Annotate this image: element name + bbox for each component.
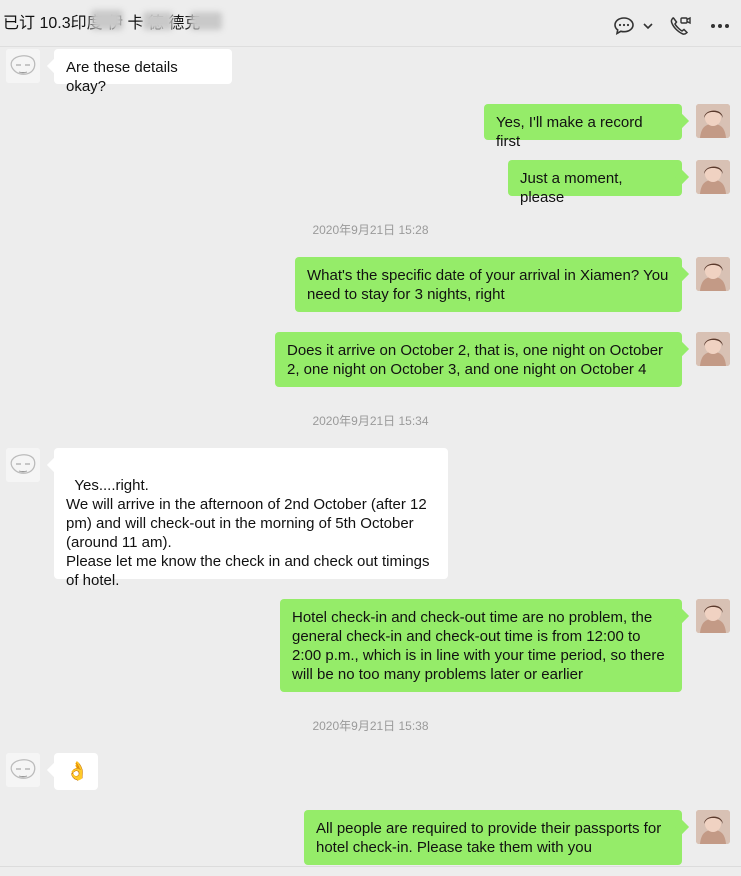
ok-hand-emoji: 👌 xyxy=(66,761,89,781)
video-call-icon[interactable] xyxy=(668,14,692,38)
avatar[interactable] xyxy=(6,448,40,482)
avatar[interactable] xyxy=(696,332,730,366)
input-divider xyxy=(0,866,741,867)
message-bubble[interactable]: Are these details okay? xyxy=(54,49,232,95)
message-text: Yes, I'll make a record first xyxy=(496,114,643,150)
message-bubble[interactable]: Hotel check-in and check-out time are no… xyxy=(280,599,682,692)
message-text: All people are required to provide their… xyxy=(316,820,662,856)
message-text: Yes....right. We will arrive in the afte… xyxy=(66,477,430,589)
message-text: Does it arrive on October 2, that is, on… xyxy=(287,342,664,378)
title-blur-3 xyxy=(190,12,222,30)
timestamp: 2020年9月21日 15:38 xyxy=(312,719,429,733)
more-icon[interactable] xyxy=(708,14,732,38)
avatar[interactable] xyxy=(696,810,730,844)
message-text: Hotel check-in and check-out time are no… xyxy=(292,609,665,683)
message-text: What's the specific date of your arrival… xyxy=(307,267,669,303)
message-text: Just a moment, please xyxy=(520,170,623,206)
chevron-down-icon[interactable] xyxy=(642,14,654,38)
avatar[interactable] xyxy=(6,753,40,787)
message-bubble[interactable]: All people are required to provide their… xyxy=(304,810,682,865)
message-bubble[interactable]: 👌 xyxy=(54,753,98,790)
avatar[interactable] xyxy=(696,257,730,291)
avatar[interactable] xyxy=(6,49,40,83)
chat-bubble-icon[interactable] xyxy=(612,14,636,38)
avatar[interactable] xyxy=(696,160,730,194)
timestamp: 2020年9月21日 15:34 xyxy=(312,414,429,428)
avatar[interactable] xyxy=(696,599,730,633)
message-bubble[interactable]: Yes, I'll make a record first xyxy=(484,104,682,150)
title-blur-2 xyxy=(143,12,173,30)
timestamp: 2020年9月21日 15:28 xyxy=(312,223,429,237)
message-text: Are these details okay? xyxy=(66,59,178,95)
avatar[interactable] xyxy=(696,104,730,138)
chat-header: 已订 10.3印度 伊 卡 德 德克 xyxy=(0,0,741,47)
message-bubble[interactable]: Just a moment, please xyxy=(508,160,682,206)
message-bubble[interactable]: Does it arrive on October 2, that is, on… xyxy=(275,332,682,387)
message-bubble[interactable]: Yes....right. We will arrive in the afte… xyxy=(54,448,448,589)
title-blur-1 xyxy=(91,10,123,30)
message-bubble[interactable]: What's the specific date of your arrival… xyxy=(295,257,682,312)
